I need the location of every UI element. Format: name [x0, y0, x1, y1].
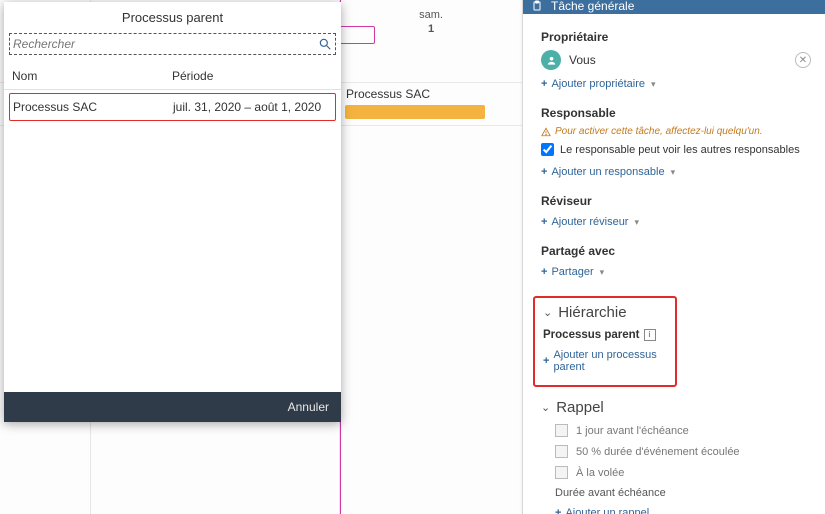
- add-recall-button[interactable]: + Ajouter un rappel: [555, 505, 649, 514]
- modal-footer: Annuler: [4, 392, 341, 422]
- modal-search[interactable]: [9, 33, 336, 55]
- owner-row: Vous ✕: [541, 50, 811, 70]
- panel-body: Propriétaire Vous ✕ + Ajouter propriétai…: [523, 14, 825, 514]
- gantt-row-label: Processus SAC: [346, 87, 430, 101]
- search-icon[interactable]: [318, 37, 332, 51]
- warning-icon: [541, 127, 551, 137]
- checkbox[interactable]: [555, 445, 568, 458]
- gantt-today-marker: [339, 26, 375, 44]
- owner-label: Propriétaire: [541, 30, 811, 44]
- add-owner-button[interactable]: + Ajouter propriétaire ▾: [541, 76, 656, 92]
- duration-label: Durée avant échéance: [555, 487, 811, 499]
- row-period: juil. 31, 2020 – août 1, 2020: [173, 100, 332, 114]
- col-name: Nom: [12, 69, 172, 83]
- panel-header: Tâche générale: [523, 0, 825, 14]
- recall-title: Rappel: [556, 399, 604, 416]
- gantt-day-name: sam.: [340, 8, 522, 22]
- panel-title: Tâche générale: [551, 0, 634, 13]
- chevron-down-icon: ▾: [651, 79, 656, 90]
- plus-icon: +: [555, 507, 561, 514]
- responsible-warning: Pour activer cette tâche, affectez-lui q…: [541, 126, 811, 137]
- parent-process-modal: Processus parent Nom Période Processus S…: [4, 2, 341, 422]
- recall-option-label: À la volée: [576, 467, 624, 479]
- add-responsible-label: Ajouter un responsable: [551, 166, 664, 178]
- chevron-down-icon: ▾: [600, 267, 605, 278]
- reviewer-label: Réviseur: [541, 194, 811, 208]
- owner-name: Vous: [569, 53, 787, 67]
- share-label: Partager: [551, 266, 593, 278]
- share-button[interactable]: + Partager ▾: [541, 264, 604, 280]
- responsible-visibility-input[interactable]: [541, 143, 554, 156]
- add-reviewer-label: Ajouter réviseur: [551, 216, 628, 228]
- chevron-down-icon: ▾: [671, 167, 676, 178]
- col-period: Période: [172, 69, 333, 83]
- hierarchy-highlight: ⌄ Hiérarchie Processus parent i + Ajoute…: [533, 296, 677, 387]
- add-owner-label: Ajouter propriétaire: [551, 78, 645, 90]
- row-name: Processus SAC: [13, 100, 173, 114]
- add-recall-label: Ajouter un rappel: [565, 507, 649, 514]
- plus-icon: +: [541, 166, 547, 178]
- plus-icon: +: [541, 266, 547, 278]
- responsible-visibility-checkbox[interactable]: Le responsable peut voir les autres resp…: [541, 143, 811, 156]
- recall-option[interactable]: 50 % durée d'événement écoulée: [555, 445, 811, 458]
- chevron-down-icon: ▾: [634, 217, 639, 228]
- checkbox[interactable]: [555, 466, 568, 479]
- hierarchy-section[interactable]: ⌄ Hiérarchie: [543, 304, 667, 321]
- parent-process-label-text: Processus parent: [543, 329, 640, 341]
- modal-columns: Nom Période: [4, 55, 341, 90]
- chevron-down-icon: ⌄: [543, 306, 552, 319]
- recall-option-label: 50 % durée d'événement écoulée: [576, 446, 740, 458]
- responsible-warning-text: Pour activer cette tâche, affectez-lui q…: [555, 126, 763, 137]
- chevron-down-icon: ⌄: [541, 401, 550, 414]
- checkbox[interactable]: [555, 424, 568, 437]
- parent-process-label: Processus parent i: [543, 329, 667, 341]
- recall-option[interactable]: À la volée: [555, 466, 811, 479]
- recall-option[interactable]: 1 jour avant l'échéance: [555, 424, 811, 437]
- task-side-panel: Tâche générale Propriétaire Vous ✕ + Ajo…: [522, 0, 825, 514]
- responsible-visibility-label: Le responsable peut voir les autres resp…: [560, 144, 800, 156]
- plus-icon: +: [541, 78, 547, 90]
- avatar: [541, 50, 561, 70]
- info-icon[interactable]: i: [644, 329, 656, 341]
- modal-result-row[interactable]: Processus SAC juil. 31, 2020 – août 1, 2…: [9, 93, 336, 121]
- add-parent-process-label: Ajouter un processus parent: [553, 349, 667, 373]
- remove-owner-button[interactable]: ✕: [795, 52, 811, 68]
- shared-label: Partagé avec: [541, 244, 811, 258]
- person-icon: [546, 55, 557, 66]
- plus-icon: +: [543, 355, 549, 367]
- add-responsible-button[interactable]: + Ajouter un responsable ▾: [541, 164, 675, 180]
- clipboard-icon: [531, 0, 543, 12]
- hierarchy-title: Hiérarchie: [558, 304, 626, 321]
- plus-icon: +: [541, 216, 547, 228]
- modal-title: Processus parent: [4, 2, 341, 33]
- search-input[interactable]: [13, 37, 318, 51]
- responsible-label: Responsable: [541, 106, 811, 120]
- recall-option-label: 1 jour avant l'échéance: [576, 425, 689, 437]
- gantt-bar[interactable]: [345, 105, 485, 119]
- recall-section[interactable]: ⌄ Rappel: [541, 399, 811, 416]
- add-reviewer-button[interactable]: + Ajouter réviseur ▾: [541, 214, 639, 230]
- add-parent-process-button[interactable]: + Ajouter un processus parent: [543, 347, 667, 375]
- gantt-day-column: [340, 0, 522, 514]
- cancel-button[interactable]: Annuler: [288, 400, 329, 414]
